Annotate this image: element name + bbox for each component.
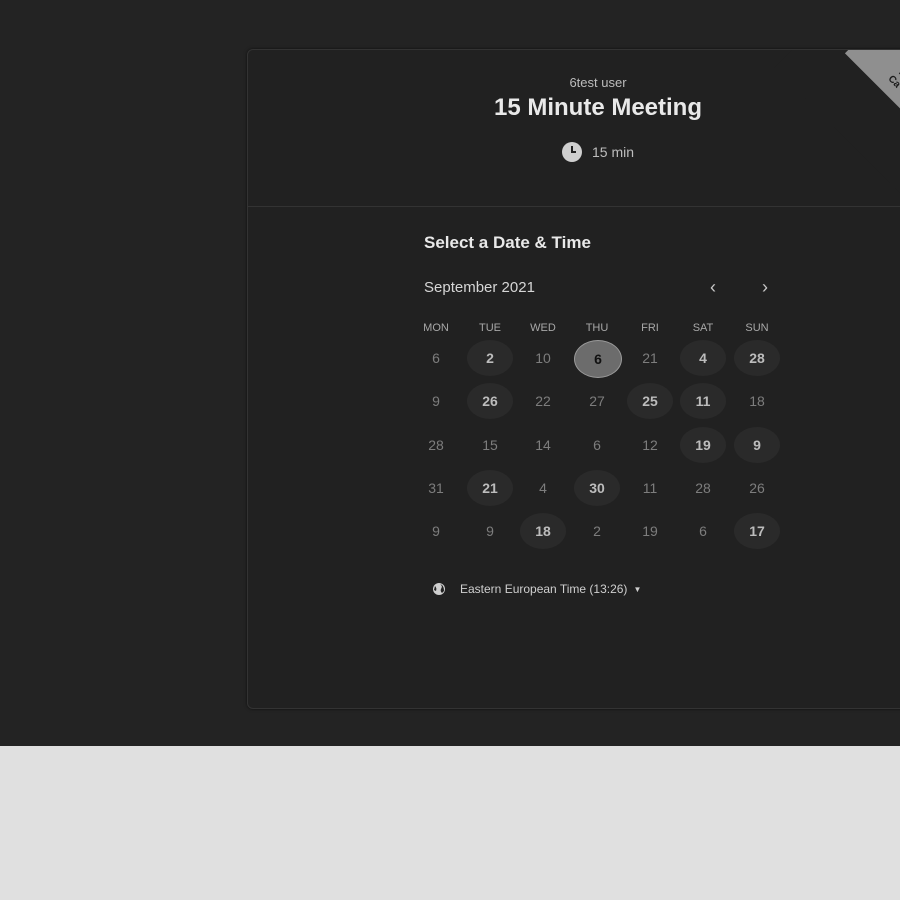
calendar-day: 9 (432, 523, 440, 539)
prev-month-button[interactable]: ‹ (702, 278, 724, 298)
calendar-day: 28 (695, 480, 711, 496)
clock-icon (561, 142, 582, 162)
calendar-day: 21 (642, 350, 658, 366)
calendar-day-available[interactable]: 26 (467, 383, 513, 419)
calendar-day: 11 (642, 480, 658, 496)
calendar-day: 28 (428, 437, 444, 453)
event-header: 6test user 15 Minute Meeting 15 min P Ca (248, 50, 900, 207)
calendar-day-available[interactable]: 19 (680, 427, 726, 463)
select-date-time-heading: Select a Date & Time (424, 233, 591, 252)
weekday-fri: FRI (641, 322, 659, 334)
badge-text: P Ca (885, 67, 900, 91)
calendar-day: 6 (593, 437, 601, 453)
calendar-day-available[interactable]: 11 (680, 383, 726, 419)
weekday-tue: TUE (479, 322, 501, 334)
weekday-wed: WED (530, 322, 556, 334)
calendar-day: 14 (535, 437, 551, 453)
calendar-day: 19 (642, 523, 658, 539)
calendar-day: 9 (432, 393, 440, 409)
calendar-day: 4 (539, 480, 547, 496)
calendar-day-available[interactable]: 2 (467, 340, 513, 376)
calendar-day-available[interactable]: 21 (467, 470, 513, 506)
month-label: September 2021 (424, 279, 535, 296)
weekday-sat: SAT (692, 322, 714, 334)
calendar-day: 12 (642, 437, 658, 453)
event-duration: 15 min (248, 142, 900, 162)
calendar-day-available[interactable]: 28 (734, 340, 780, 376)
calendar-day: 9 (486, 523, 494, 539)
calendar-day: 31 (428, 480, 444, 496)
calendar-day-available[interactable]: 30 (574, 470, 620, 506)
calendar-day: 6 (432, 350, 440, 366)
calendar-day: 6 (699, 523, 707, 539)
next-month-button[interactable]: › (754, 278, 776, 298)
calendar-day-available[interactable]: 9 (734, 427, 780, 463)
calendar-day-available[interactable]: 25 (627, 383, 673, 419)
weekday-thu: THU (585, 322, 609, 334)
calendar-day: 2 (593, 523, 601, 539)
calendar-day: 27 (589, 393, 605, 409)
calendar-day-selected[interactable]: 6 (574, 340, 622, 378)
event-title: 15 Minute Meeting (493, 94, 703, 121)
timezone-selector[interactable]: Eastern European Time (13:26) ▼ (432, 582, 641, 596)
scheduling-card: 6test user 15 Minute Meeting 15 min P Ca (247, 49, 900, 709)
calendar-day-available[interactable]: 4 (680, 340, 726, 376)
weekday-sun: SUN (745, 322, 769, 334)
calendar-day: 18 (749, 393, 765, 409)
duration-label: 15 min (591, 144, 635, 160)
calendar-day: 15 (482, 437, 498, 453)
globe-icon (433, 583, 445, 595)
calendar-day: 22 (535, 393, 551, 409)
weekday-mon: MON (423, 322, 449, 334)
calendar-day-available[interactable]: 18 (520, 513, 566, 549)
calendar-day: 10 (535, 350, 551, 366)
calendar-day: 26 (749, 480, 765, 496)
caret-down-icon: ▼ (633, 584, 642, 594)
timezone-label: Eastern European Time (13:26) (460, 582, 628, 596)
calendar-day-available[interactable]: 17 (734, 513, 780, 549)
